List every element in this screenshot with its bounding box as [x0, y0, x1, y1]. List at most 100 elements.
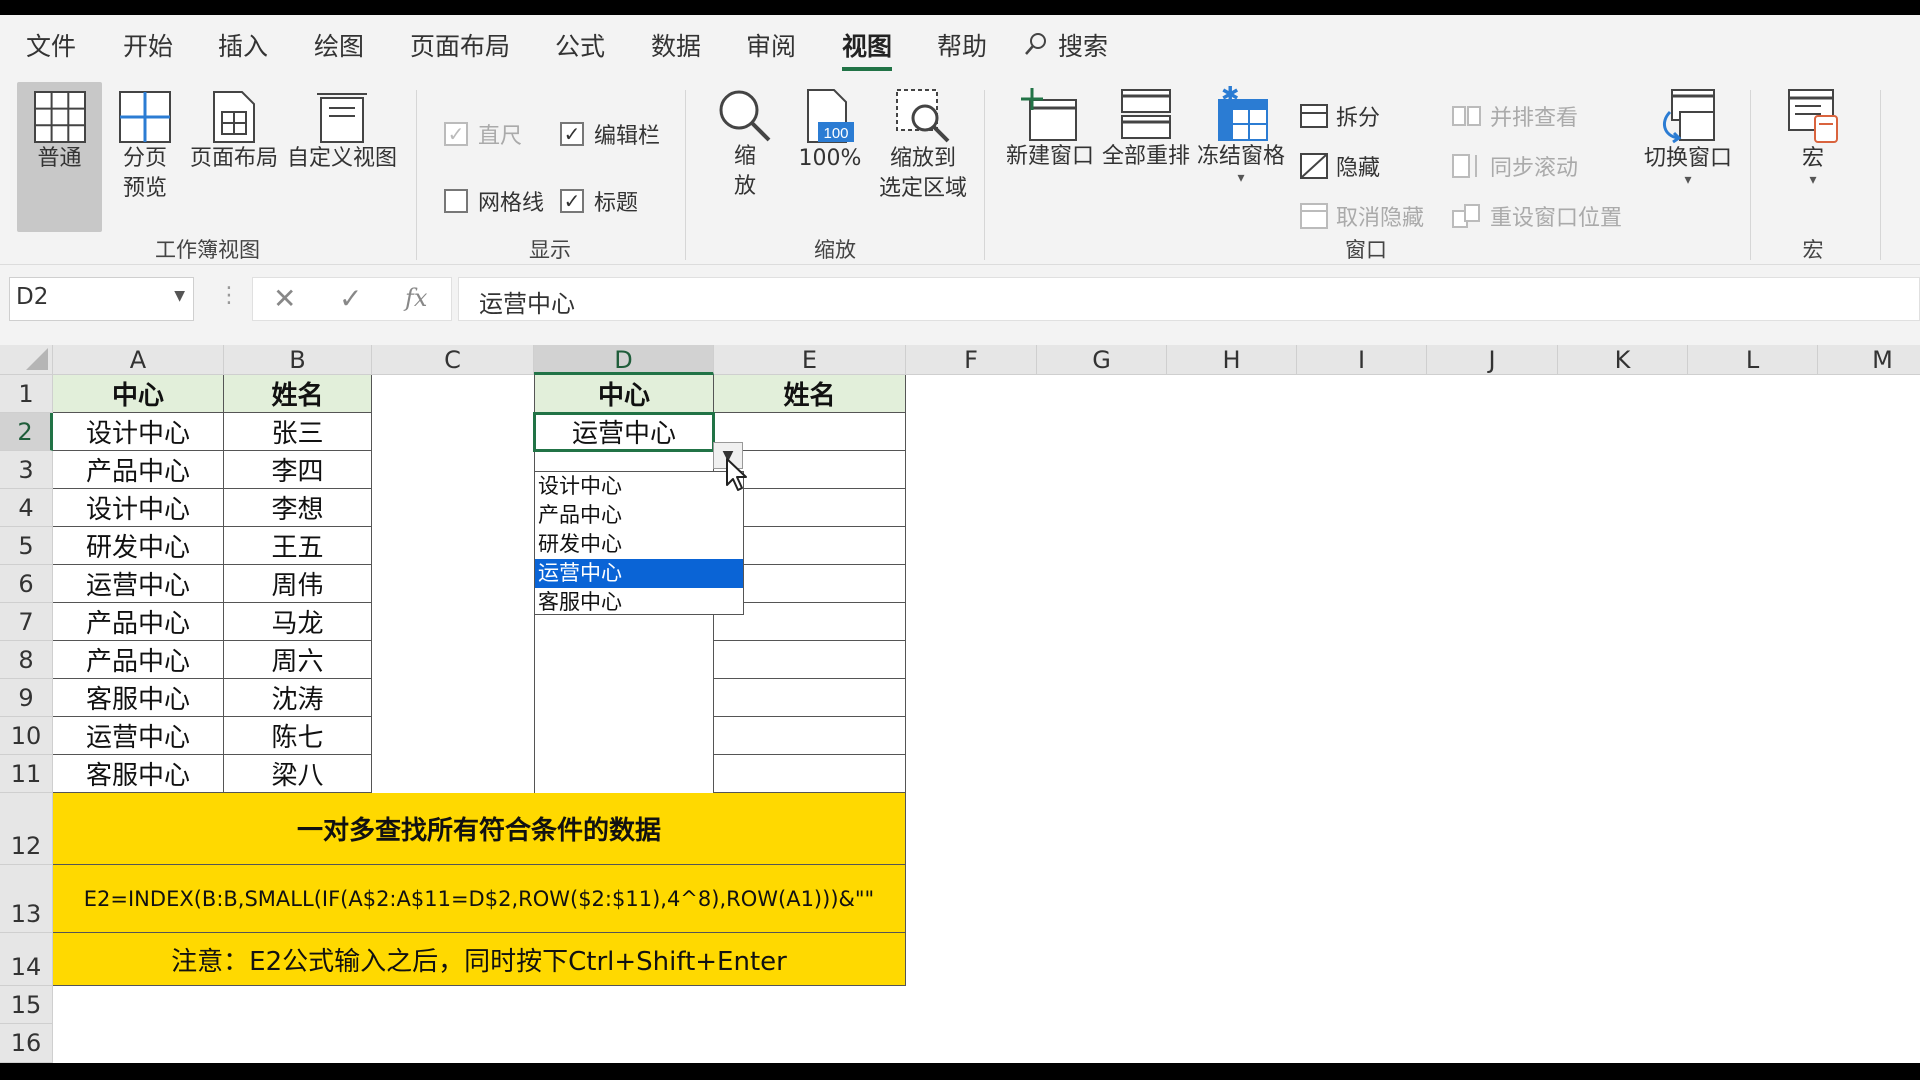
reset-window-position-button[interactable]: 重设窗口位置 — [1452, 200, 1622, 232]
cell-d1[interactable]: 中心 — [534, 375, 714, 413]
custom-views-button[interactable]: 自定义视图 — [284, 82, 400, 232]
gridlines-checkbox[interactable]: 网格线 — [444, 185, 544, 217]
cell-a2[interactable]: 设计中心 — [53, 413, 224, 451]
cell-a7[interactable]: 产品中心 — [53, 603, 224, 641]
cell-d2[interactable]: 运营中心 — [533, 412, 715, 452]
tab-review[interactable]: 审阅 — [746, 27, 796, 63]
tab-page-layout[interactable]: 页面布局 — [410, 27, 510, 63]
tab-data[interactable]: 数据 — [651, 27, 701, 63]
cell-b2[interactable]: 张三 — [224, 413, 372, 451]
column-header-j[interactable]: J — [1427, 345, 1558, 375]
row-header-8[interactable]: 8 — [0, 641, 53, 679]
cell-a5[interactable]: 研发中心 — [53, 527, 224, 565]
cell-b8[interactable]: 周六 — [224, 641, 372, 679]
fx-icon[interactable]: fx — [405, 284, 427, 312]
row-header-2[interactable]: 2 — [0, 413, 53, 451]
cell-e8[interactable] — [714, 641, 906, 679]
page-layout-view-button[interactable]: 页面布局 — [186, 82, 282, 232]
row-header-11[interactable]: 11 — [0, 755, 53, 793]
sync-scroll-button[interactable]: 同步滚动 — [1452, 150, 1578, 182]
tab-home[interactable]: 开始 — [123, 27, 173, 63]
row-header-15[interactable]: 15 — [0, 986, 53, 1024]
cell-a10[interactable]: 运营中心 — [53, 717, 224, 755]
cell-a6[interactable]: 运营中心 — [53, 565, 224, 603]
cancel-icon[interactable]: ✕ — [273, 282, 296, 315]
row-header-1[interactable]: 1 — [0, 375, 53, 413]
cell-b3[interactable]: 李四 — [224, 451, 372, 489]
cell-a8[interactable]: 产品中心 — [53, 641, 224, 679]
cell-b4[interactable]: 李想 — [224, 489, 372, 527]
title-banner[interactable]: 一对多查找所有符合条件的数据 — [53, 793, 906, 865]
column-header-h[interactable]: H — [1167, 345, 1297, 375]
column-header-g[interactable]: G — [1037, 345, 1167, 375]
cell-a9[interactable]: 客服中心 — [53, 679, 224, 717]
enter-icon[interactable]: ✓ — [339, 282, 362, 315]
arrange-all-button[interactable]: 全部重排 — [1100, 88, 1192, 238]
unhide-button[interactable]: 取消隐藏 — [1300, 200, 1424, 232]
cell-b10[interactable]: 陈七 — [224, 717, 372, 755]
cell-b6[interactable]: 周伟 — [224, 565, 372, 603]
cell-b7[interactable]: 马龙 — [224, 603, 372, 641]
new-window-button[interactable]: 新建窗口 — [1002, 88, 1098, 238]
column-header-d[interactable]: D — [534, 345, 714, 375]
hide-button[interactable]: 隐藏 — [1300, 150, 1380, 182]
ruler-checkbox[interactable]: ✓ 直尺 — [444, 118, 522, 150]
column-header-i[interactable]: I — [1297, 345, 1427, 375]
cell-e11[interactable] — [714, 755, 906, 793]
zoom-button[interactable]: 缩 放 — [708, 88, 782, 238]
column-header-b[interactable]: B — [224, 345, 372, 375]
column-header-c[interactable]: C — [372, 345, 534, 375]
formula-bar-checkbox[interactable]: ✓ 编辑栏 — [560, 118, 660, 150]
cell-a4[interactable]: 设计中心 — [53, 489, 224, 527]
formula-banner[interactable]: E2=INDEX(B:B,SMALL(IF(A$2:A$11=D$2,ROW($… — [53, 865, 906, 933]
chevron-down-icon[interactable]: ▼ — [174, 288, 185, 304]
normal-view-button[interactable]: 普通 — [17, 82, 102, 232]
freeze-panes-button[interactable]: ✱ 冻结窗格 ▾ — [1194, 86, 1288, 236]
dropdown-option[interactable]: 设计中心 — [535, 472, 743, 501]
zoom-to-selection-button[interactable]: 缩放到 选定区域 — [873, 88, 973, 238]
column-header-l[interactable]: L — [1688, 345, 1818, 375]
worksheet-grid[interactable]: A B C D E F G H I J K L M 1 2 3 4 5 6 7 … — [0, 345, 1920, 1063]
row-header-14[interactable]: 14 — [0, 933, 53, 986]
search-label[interactable]: 搜索 — [1058, 27, 1108, 63]
tab-formulas[interactable]: 公式 — [555, 27, 605, 63]
tab-file[interactable]: 文件 — [26, 27, 76, 63]
search-icon[interactable] — [1024, 32, 1048, 56]
cell-b5[interactable]: 王五 — [224, 527, 372, 565]
row-header-4[interactable]: 4 — [0, 489, 53, 527]
cell-a11[interactable]: 客服中心 — [53, 755, 224, 793]
formula-input[interactable]: 运营中心 — [458, 277, 1920, 321]
page-break-preview-button[interactable]: 分页 预览 — [110, 82, 180, 232]
tab-insert[interactable]: 插入 — [218, 27, 268, 63]
row-header-10[interactable]: 10 — [0, 717, 53, 755]
split-button[interactable]: 拆分 — [1300, 100, 1380, 132]
cell-b9[interactable]: 沈涛 — [224, 679, 372, 717]
row-header-9[interactable]: 9 — [0, 679, 53, 717]
row-header-12[interactable]: 12 — [0, 793, 53, 865]
note-banner[interactable]: 注意：E2公式输入之后，同时按下Ctrl+Shift+Enter — [53, 933, 906, 986]
cell-b1[interactable]: 姓名 — [224, 375, 372, 413]
cell-e1[interactable]: 姓名 — [714, 375, 906, 413]
tab-help[interactable]: 帮助 — [937, 27, 987, 63]
name-box[interactable]: D2 ▼ — [9, 277, 194, 321]
row-header-13[interactable]: 13 — [0, 865, 53, 933]
macros-button[interactable]: 宏 ▾ — [1778, 88, 1848, 238]
switch-windows-button[interactable]: 切换窗口 ▾ — [1638, 88, 1738, 238]
cell-a1[interactable]: 中心 — [53, 375, 224, 413]
column-header-f[interactable]: F — [906, 345, 1037, 375]
row-header-5[interactable]: 5 — [0, 527, 53, 565]
dropdown-option[interactable]: 客服中心 — [535, 588, 743, 617]
view-side-by-side-button[interactable]: 并排查看 — [1452, 100, 1578, 132]
cell-a3[interactable]: 产品中心 — [53, 451, 224, 489]
dropdown-option[interactable]: 研发中心 — [535, 530, 743, 559]
column-header-m[interactable]: M — [1818, 345, 1920, 375]
headings-checkbox[interactable]: ✓ 标题 — [560, 185, 638, 217]
row-header-3[interactable]: 3 — [0, 451, 53, 489]
cell-b11[interactable]: 梁八 — [224, 755, 372, 793]
select-all-button[interactable] — [0, 345, 53, 375]
column-header-a[interactable]: A — [53, 345, 224, 375]
zoom-100-button[interactable]: 100 100% — [790, 88, 870, 238]
column-header-k[interactable]: K — [1558, 345, 1688, 375]
cell-e10[interactable] — [714, 717, 906, 755]
row-header-7[interactable]: 7 — [0, 603, 53, 641]
